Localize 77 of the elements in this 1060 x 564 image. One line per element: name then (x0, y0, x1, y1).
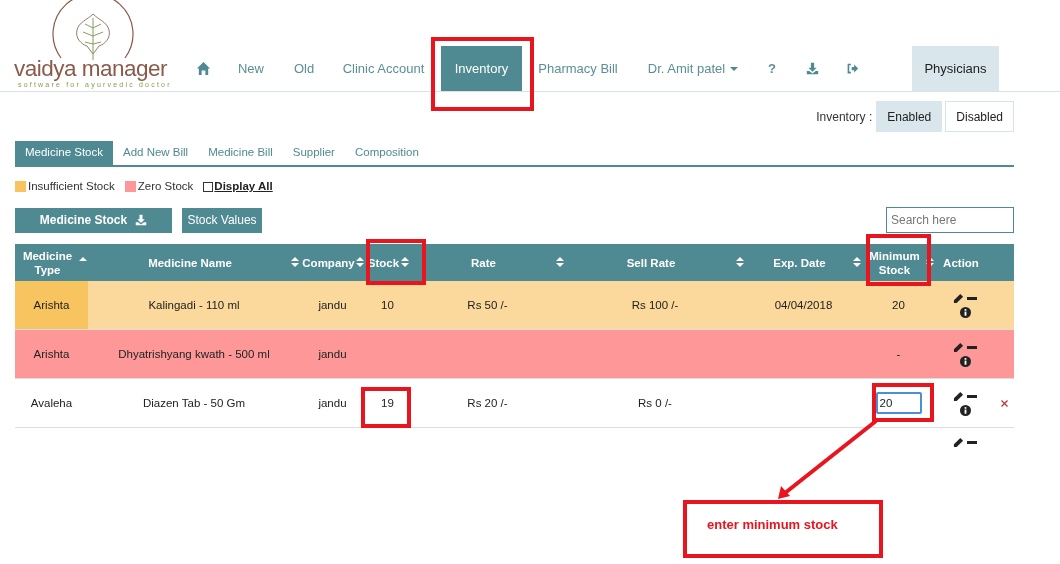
user-menu[interactable]: Dr. Amit patel (647, 58, 726, 79)
highlight-box (866, 234, 931, 286)
toggle-option[interactable]: Enabled (876, 101, 943, 132)
table-cell-text: 10 (381, 297, 394, 313)
column-header[interactable]: Company (302, 255, 355, 270)
stock-values-button[interactable]: Stock Values (182, 207, 262, 233)
home-icon[interactable] (195, 61, 211, 76)
tab[interactable]: Medicine Stock (15, 141, 113, 165)
medicine-stock-button[interactable]: Medicine Stock (15, 207, 172, 233)
sort-icon (853, 257, 861, 268)
physicians-tab[interactable]: Physicians (912, 46, 999, 91)
tab[interactable]: Supplier (282, 141, 345, 165)
legend-label: Zero Stock (137, 179, 194, 194)
table-cell-text: Rs 0 /- (638, 395, 672, 411)
caret-icon (730, 66, 739, 71)
logout-icon[interactable] (845, 62, 859, 75)
close-icon[interactable] (1001, 399, 1008, 407)
column-header[interactable]: Rate (471, 255, 496, 270)
search-field[interactable]: Search here (886, 207, 1014, 234)
table-cell-text: jandu (318, 395, 347, 411)
download-icon (135, 214, 148, 227)
toggle-option[interactable]: Disabled (945, 101, 1014, 132)
pencil-icon[interactable] (953, 437, 964, 449)
pencil-icon[interactable] (953, 391, 964, 403)
download-icon[interactable] (805, 62, 819, 75)
table-cell-text: Rs 50 /- (467, 297, 508, 313)
tab[interactable]: Medicine Bill (198, 141, 283, 165)
highlight-box (872, 383, 934, 422)
minus-icon[interactable] (967, 297, 977, 301)
minus-icon[interactable] (967, 395, 977, 399)
highlight-box (361, 387, 411, 428)
nav-link[interactable]: Old (282, 46, 326, 91)
pencil-icon[interactable] (953, 342, 964, 354)
nav-link[interactable]: Clinic Account (326, 46, 441, 91)
minus-icon[interactable] (967, 441, 977, 445)
table-cell-text: Kalingadi - 110 ml (148, 297, 240, 313)
logo-name: vaidya manager (14, 56, 168, 82)
table-cell-text: Rs 100 /- (631, 297, 679, 313)
column-header[interactable]: Medicine Type (15, 248, 80, 277)
tab[interactable]: Add New Bill (113, 141, 199, 165)
tab[interactable]: Composition (344, 141, 429, 165)
table-cell-text: - (896, 346, 901, 362)
info-icon[interactable] (959, 405, 971, 417)
sort-ascending-icon (79, 257, 87, 262)
callout-text: enter minimum stock (707, 517, 838, 532)
nav-link[interactable]: Pharmacy Bill (522, 46, 634, 91)
column-header[interactable]: Medicine Name (148, 255, 232, 270)
sort-icon (291, 257, 299, 268)
inventory-label: Inventory : (816, 108, 873, 126)
nav-link[interactable]: Inventory (441, 46, 522, 91)
display-all-checkbox[interactable]: Display All (203, 178, 273, 196)
column-header[interactable]: Sell Rate (626, 255, 676, 270)
table-cell-text: 04/04/2018 (774, 297, 833, 313)
table-cell-text: Dhyatrishyang kwath - 500 ml (118, 346, 270, 362)
table-cell-text: jandu (318, 297, 347, 313)
type-cell: Arishta (15, 281, 88, 330)
table-cell-text: Diazen Tab - 50 Gm (142, 395, 246, 411)
column-header[interactable]: Action (943, 255, 979, 270)
highlight-box (366, 239, 426, 285)
sort-icon (401, 257, 409, 268)
table-cell-text: 20 (892, 297, 905, 313)
table-cell-text: Rs 20 /- (467, 395, 508, 411)
nav-link[interactable]: New (220, 46, 282, 91)
info-icon[interactable] (959, 307, 971, 319)
table-cell-text: 19 (381, 395, 394, 411)
info-icon[interactable] (959, 356, 971, 368)
minimum-stock-input[interactable]: 20 (875, 392, 922, 415)
help-button[interactable]: ? (752, 46, 792, 91)
table-cell-text: jandu (318, 346, 347, 362)
sort-icon (556, 257, 564, 268)
column-header[interactable]: Exp. Date (773, 255, 826, 270)
pencil-icon[interactable] (953, 293, 964, 305)
legend-label: Insufficient Stock (28, 179, 115, 194)
sort-icon (736, 257, 744, 268)
column-header[interactable]: Minimum Stock (862, 248, 927, 277)
sort-icon (356, 257, 364, 268)
minus-icon[interactable] (967, 346, 977, 350)
